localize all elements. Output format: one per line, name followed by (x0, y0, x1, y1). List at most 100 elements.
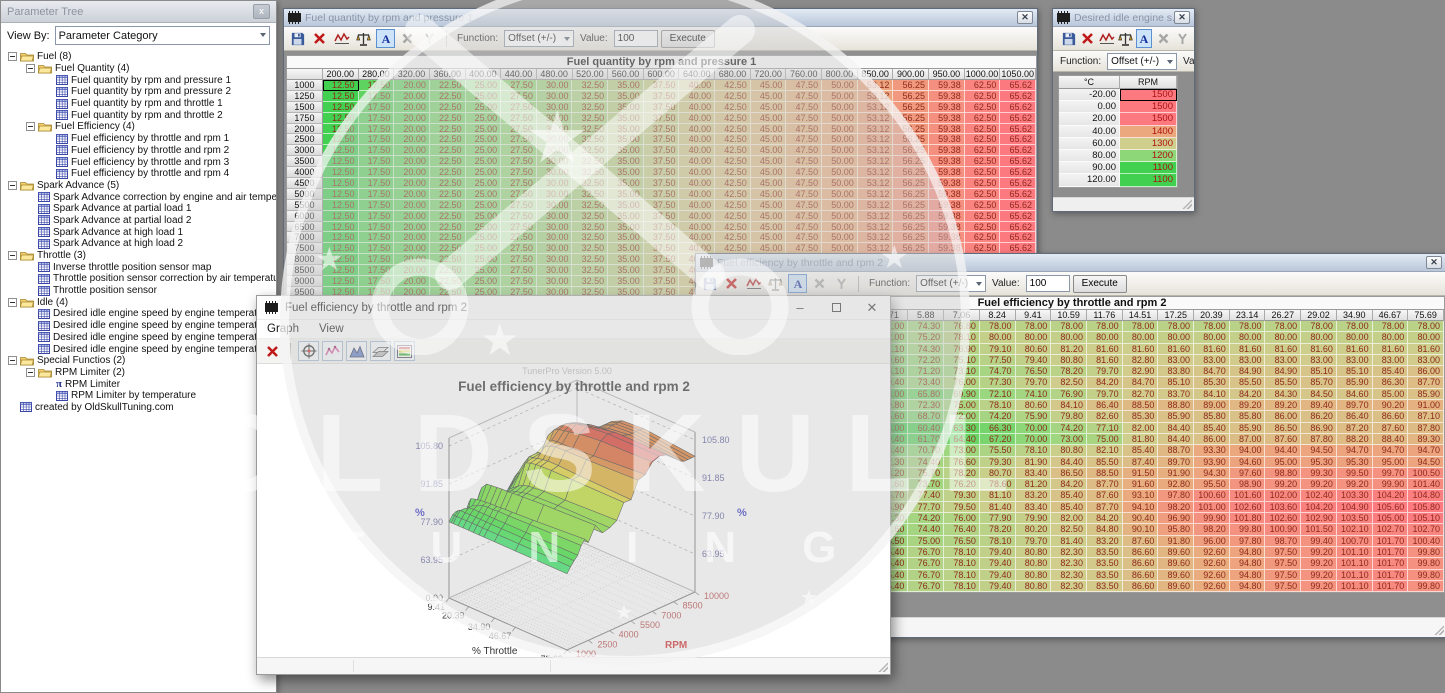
table-cell[interactable]: 101.70 (1373, 536, 1409, 547)
table-cell[interactable]: 32.50 (572, 222, 608, 233)
table-cell[interactable]: 42.50 (715, 124, 751, 135)
table-cell[interactable]: 102.60 (1230, 502, 1266, 513)
table-cell[interactable]: 22.50 (430, 211, 466, 222)
table-cell[interactable]: 65.62 (1000, 211, 1036, 222)
table-cell[interactable]: 40.00 (679, 80, 715, 91)
tree-item[interactable]: Spark Advance (5) (3, 180, 276, 192)
table-cell[interactable]: 37.50 (644, 80, 680, 91)
table-cell[interactable]: 68.70 (908, 411, 944, 422)
table-cell[interactable]: 32.50 (572, 91, 608, 102)
table-cell[interactable]: 65.62 (1000, 134, 1036, 145)
table-cell[interactable]: 30.00 (537, 254, 573, 265)
table-cell[interactable]: 35.00 (608, 80, 644, 91)
function-select[interactable]: Offset (+/-) (1107, 53, 1177, 70)
table-cell[interactable]: 35.00 (608, 189, 644, 200)
table-cell[interactable]: 22.50 (430, 156, 466, 167)
table-cell[interactable]: 59.38 (929, 200, 965, 211)
table-cell[interactable]: 59.38 (929, 134, 965, 145)
table-cell[interactable]: 27.50 (501, 178, 537, 189)
table-cell[interactable]: 85.70 (1301, 377, 1337, 388)
table-cell[interactable]: 94.40 (1265, 445, 1301, 456)
table-cell[interactable]: 101.70 (1373, 547, 1409, 558)
table-cell[interactable]: 62.50 (965, 80, 1001, 91)
table-cell[interactable]: 80.00 (1373, 332, 1409, 343)
table-cell[interactable]: 20.00 (394, 178, 430, 189)
table-cell[interactable]: 27.50 (501, 243, 537, 254)
table-cell[interactable]: 84.20 (1051, 479, 1087, 490)
table-cell[interactable]: 99.20 (1301, 570, 1337, 581)
table-cell[interactable]: 32.50 (572, 113, 608, 124)
table-cell[interactable]: 83.20 (1016, 490, 1052, 501)
table-cell[interactable]: 85.90 (1158, 411, 1194, 422)
table-cell[interactable]: 53.12 (858, 211, 894, 222)
table-cell[interactable]: 74.10 (1016, 389, 1052, 400)
table-cell[interactable]: 84.40 (1051, 457, 1087, 468)
table-cell[interactable]: 81.60 (1337, 344, 1373, 355)
table-cell[interactable]: 101.10 (1337, 558, 1373, 569)
table-cell[interactable]: 47.50 (786, 156, 822, 167)
table-cell[interactable]: 53.12 (858, 156, 894, 167)
table-cell[interactable]: 17.50 (359, 211, 395, 222)
table-cell[interactable]: 76.80 (944, 321, 980, 332)
table-cell[interactable]: 62.50 (965, 200, 1001, 211)
table-cell[interactable]: 25.00 (466, 232, 502, 243)
table-cell[interactable]: 81.20 (1016, 479, 1052, 490)
col-header[interactable]: 5.88 (908, 310, 944, 321)
row-header[interactable]: 5500 (287, 200, 323, 211)
table-cell[interactable]: 64.40 (944, 434, 980, 445)
surface-chart[interactable]: 0.0063.9577.9091.85105.8063.9577.9091.85… (257, 364, 891, 658)
table-cell[interactable]: 74.30 (908, 344, 944, 355)
resize-grip[interactable] (1181, 198, 1192, 209)
table-cell[interactable]: 94.70 (1408, 445, 1444, 456)
table-cell[interactable]: 56.25 (893, 145, 929, 156)
scales-button[interactable] (766, 274, 785, 293)
table-cell[interactable]: 60.40 (908, 423, 944, 434)
table-cell[interactable]: 80.80 (1051, 445, 1087, 456)
red-x-button[interactable] (262, 341, 283, 361)
table-cell[interactable]: 88.50 (1087, 468, 1123, 479)
table-cell[interactable]: 12.50 (323, 167, 359, 178)
table-cell[interactable]: 105.00 (1373, 513, 1409, 524)
table-cell[interactable]: 35.00 (608, 254, 644, 265)
table-cell[interactable]: 78.10 (944, 332, 980, 343)
table-cell[interactable]: 82.00 (1051, 513, 1087, 524)
table-cell[interactable]: 93.90 (1194, 457, 1230, 468)
table-cell[interactable]: 77.90 (980, 513, 1016, 524)
table-cell[interactable]: 80.20 (1016, 524, 1052, 535)
table-cell[interactable]: 80.00 (1194, 332, 1230, 343)
table-cell[interactable]: 12.50 (323, 145, 359, 156)
table-cell[interactable]: 73.40 (908, 377, 944, 388)
table-cell[interactable]: 89.30 (1408, 434, 1444, 445)
table-cell[interactable]: 27.50 (501, 222, 537, 233)
table-cell[interactable]: 89.70 (1337, 400, 1373, 411)
table-cell[interactable]: 27.50 (501, 113, 537, 124)
col-header[interactable]: 360.00 (430, 69, 466, 80)
table-cell[interactable]: 47.50 (786, 80, 822, 91)
tree-item[interactable]: Desired idle engine speed by engine temp… (3, 320, 276, 332)
table-cell[interactable]: 82.30 (1051, 581, 1087, 592)
col-header[interactable]: 520.00 (573, 69, 609, 80)
table-cell[interactable]: 20.00 (394, 243, 430, 254)
table-cell[interactable]: 27.50 (501, 102, 537, 113)
table-cell[interactable]: 101.10 (1337, 570, 1373, 581)
table-cell[interactable]: 25.00 (466, 276, 502, 287)
table-cell[interactable]: 78.00 (1373, 321, 1409, 332)
table-cell[interactable]: 50.00 (822, 124, 858, 135)
table-cell[interactable]: 80.00 (980, 332, 1016, 343)
table-cell[interactable]: 65.62 (1000, 145, 1036, 156)
table-cell[interactable]: 87.00 (1230, 434, 1266, 445)
table-cell[interactable]: 20.00 (394, 189, 430, 200)
table-cell[interactable]: 32.50 (572, 276, 608, 287)
table-cell[interactable]: 27.50 (501, 91, 537, 102)
table-cell[interactable]: 84.90 (1265, 366, 1301, 377)
expander-icon[interactable] (26, 368, 35, 377)
table-cell[interactable]: 78.00 (1051, 321, 1087, 332)
table-cell[interactable]: 81.60 (1087, 355, 1123, 366)
table-cell[interactable]: 20.00 (394, 91, 430, 102)
table-cell[interactable]: 94.80 (1230, 558, 1266, 569)
table-cell[interactable]: 84.20 (1087, 513, 1123, 524)
table-cell[interactable]: 17.50 (359, 156, 395, 167)
table-cell[interactable]: 20.00 (394, 80, 430, 91)
table-cell[interactable]: 99.80 (1230, 524, 1266, 535)
red-x-button[interactable] (310, 29, 329, 48)
